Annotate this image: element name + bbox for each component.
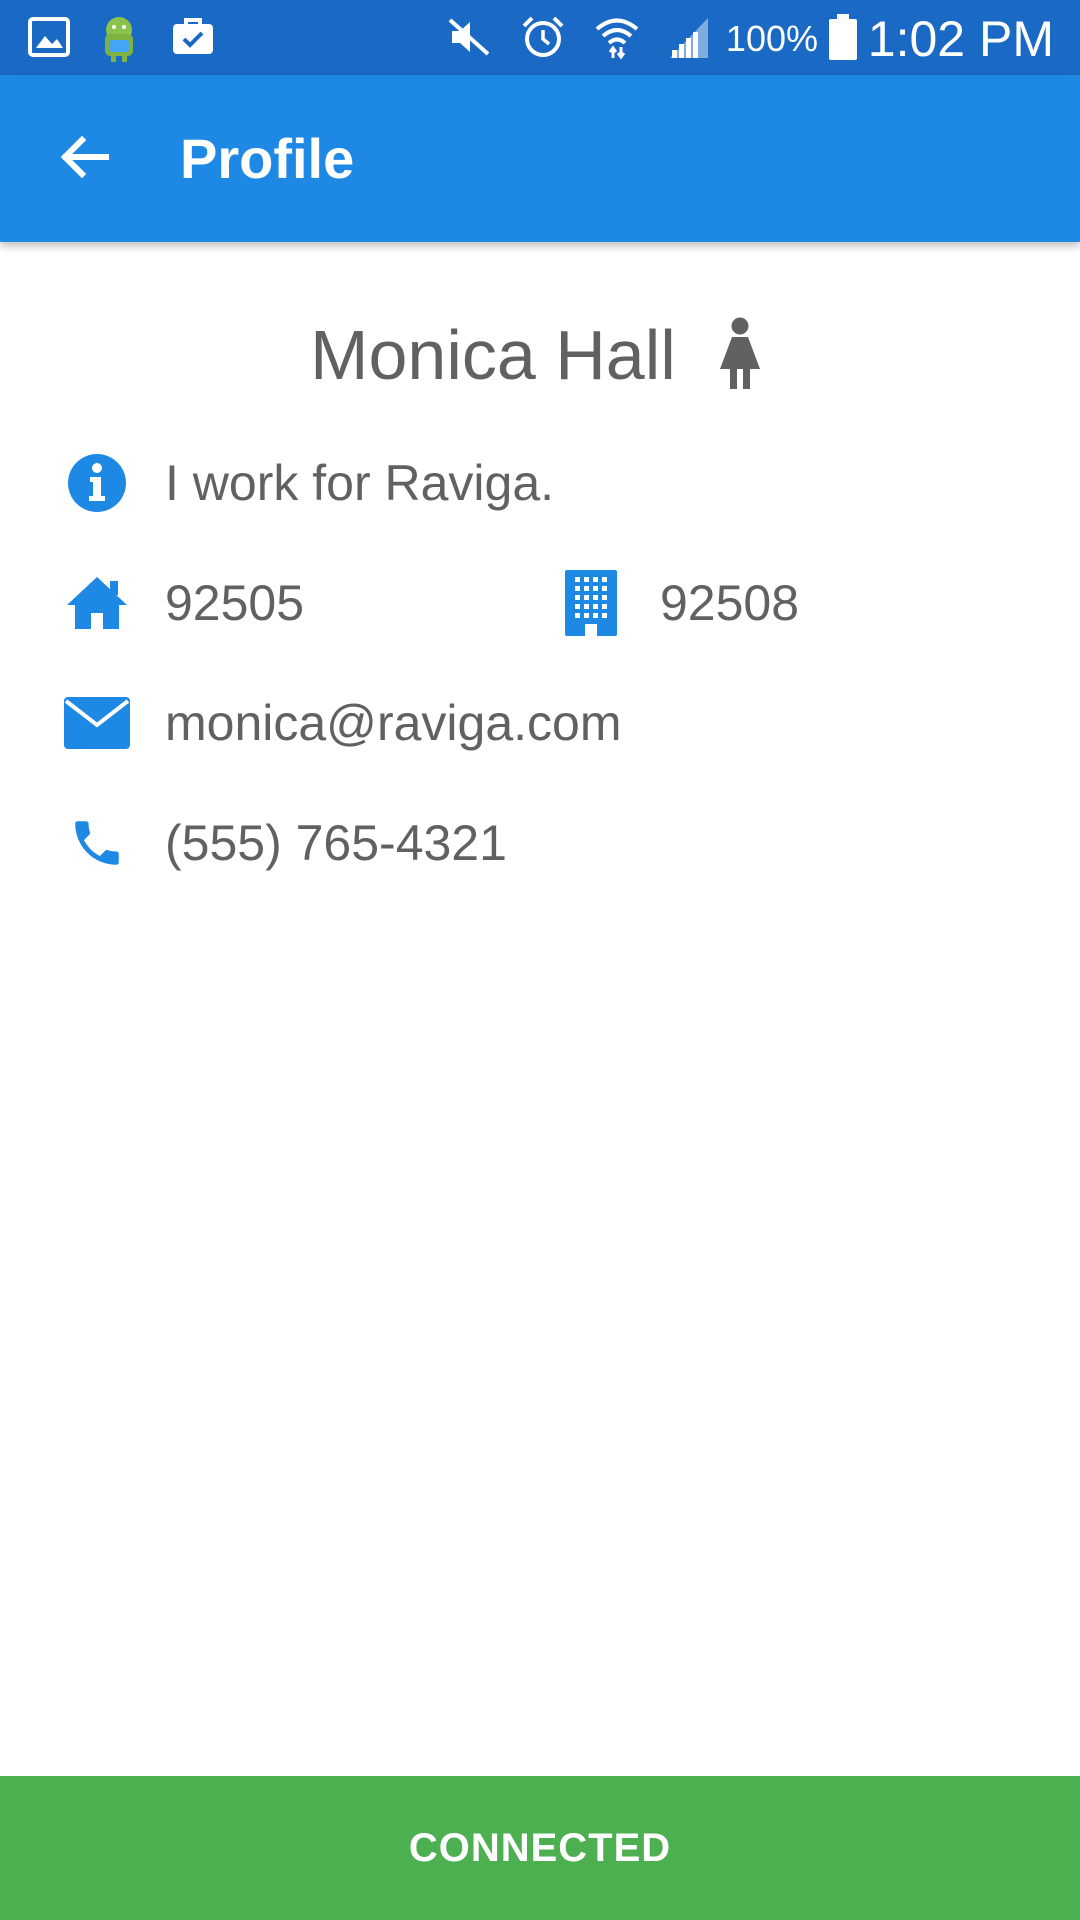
- zip-row: 92505 92508: [0, 563, 1080, 643]
- info-icon: [64, 450, 130, 516]
- profile-name: Monica Hall: [310, 316, 676, 394]
- clock: 1:02 PM: [867, 11, 1054, 67]
- office-building-icon: [558, 570, 624, 636]
- email-row: monica@raviga.com: [0, 683, 1080, 763]
- signal-icon: [666, 14, 712, 60]
- connection-status-label: CONNECTED: [408, 1825, 672, 1870]
- connection-status-bar: CONNECTED: [0, 1776, 1080, 1920]
- female-icon: [710, 317, 770, 393]
- gallery-icon: [26, 14, 72, 60]
- profile-header: Monica Hall: [0, 300, 1080, 410]
- wifi-icon: [594, 14, 640, 60]
- email-text[interactable]: monica@raviga.com: [165, 683, 621, 763]
- app-bar: Profile: [0, 75, 1080, 242]
- alarm-icon: [520, 14, 566, 60]
- battery-icon: [826, 14, 860, 60]
- phone-icon: [64, 810, 130, 876]
- work-zip: 92508: [660, 575, 800, 631]
- home-zip: 92505: [165, 575, 305, 631]
- envelope-icon: [64, 690, 130, 756]
- android-app-icon: [94, 14, 144, 62]
- briefcase-check-icon: [170, 14, 216, 60]
- phone-row: (555) 765-4321: [0, 803, 1080, 883]
- battery-percent: 100%: [725, 18, 818, 59]
- mute-icon: [446, 14, 492, 60]
- about-row: I work for Raviga.: [0, 443, 1080, 523]
- arrow-left-icon: [58, 131, 110, 188]
- home-icon: [64, 570, 130, 636]
- status-bar: 100% 1:02 PM: [0, 0, 1080, 75]
- about-text: I work for Raviga.: [165, 455, 555, 511]
- page-title: Profile: [180, 127, 355, 190]
- phone-text[interactable]: (555) 765-4321: [165, 803, 507, 883]
- back-button[interactable]: [40, 115, 128, 203]
